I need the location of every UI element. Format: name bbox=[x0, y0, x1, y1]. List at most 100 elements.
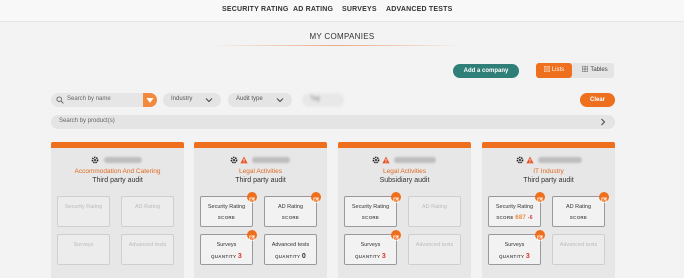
card-industry: Legal Activities bbox=[383, 168, 426, 175]
tag-filter[interactable]: Tag bbox=[302, 93, 344, 107]
surveys-tile[interactable]: Surveys QUANTITY 3 bbox=[200, 230, 257, 265]
warning-icon bbox=[240, 156, 248, 164]
tile-score: SCORE 687 -6 bbox=[489, 215, 540, 221]
quantity-label: QUANTITY bbox=[354, 254, 381, 259]
search-icon bbox=[56, 96, 64, 104]
tile-title: Advanced tests bbox=[271, 242, 310, 248]
view-lists-button[interactable]: Lists bbox=[536, 63, 572, 78]
tile-title: Security Rating bbox=[207, 204, 246, 210]
tile-title: Surveys bbox=[504, 242, 525, 248]
tile-title: AD Rating bbox=[134, 204, 161, 210]
ad-rating-tile[interactable]: AD Rating SCORE bbox=[264, 192, 321, 227]
tile-score-label: SCORE bbox=[361, 215, 380, 220]
warning-icon bbox=[526, 156, 534, 164]
tile-score-label: SCORE bbox=[281, 215, 300, 220]
tile-title: Advanced tests bbox=[128, 242, 167, 248]
advanced-tests-tile: Advanced tests bbox=[408, 234, 461, 265]
tile-score-label: SCORE bbox=[217, 215, 236, 220]
surveys-tile[interactable]: Surveys QUANTITY 3 bbox=[488, 230, 545, 265]
surveys-tile: Surveys bbox=[57, 234, 110, 265]
edit-icon[interactable] bbox=[247, 192, 257, 203]
edit-icon[interactable] bbox=[311, 192, 321, 203]
nav-surveys[interactable]: SURVEYS bbox=[342, 6, 377, 13]
security-rating-tile[interactable]: Security Rating SCORE 687 -6 bbox=[488, 192, 545, 227]
nav-ad-rating[interactable]: AD RATING bbox=[293, 6, 333, 13]
edit-icon[interactable] bbox=[391, 192, 401, 203]
view-lists-label: Lists bbox=[551, 67, 565, 73]
quantity-value: 3 bbox=[525, 253, 531, 260]
card-header bbox=[338, 156, 471, 164]
company-card[interactable]: Accommodation And Catering Third party a… bbox=[51, 142, 184, 278]
nav-security-rating[interactable]: SECURITY RATING bbox=[222, 6, 289, 13]
card-industry: IT Industry bbox=[533, 168, 564, 175]
add-company-button[interactable]: Add a company bbox=[453, 64, 519, 78]
quantity-value: 3 bbox=[237, 253, 243, 260]
gear-icon[interactable] bbox=[230, 156, 238, 164]
quantity-value: 3 bbox=[381, 253, 387, 260]
card-accent-bar bbox=[51, 142, 184, 148]
chevron-down-icon bbox=[205, 98, 213, 103]
warning-icon bbox=[382, 156, 390, 164]
card-header bbox=[482, 156, 615, 164]
card-accent-bar bbox=[482, 142, 615, 148]
advanced-tests-tile[interactable]: Advanced tests QUANTITY 0 bbox=[264, 234, 317, 265]
quantity-value: 0 bbox=[301, 253, 307, 260]
company-card[interactable]: Legal Activities Subsidiary audit Securi… bbox=[338, 142, 471, 278]
gear-icon[interactable] bbox=[372, 156, 380, 164]
industry-filter[interactable]: Industry bbox=[163, 93, 221, 107]
company-card[interactable]: IT Industry Third party audit Security R… bbox=[482, 142, 615, 278]
tile-title: Security Rating bbox=[495, 204, 534, 210]
company-name-redacted bbox=[538, 157, 582, 163]
ad-rating-tile: AD Rating bbox=[121, 196, 174, 227]
score-delta: -6 bbox=[527, 215, 533, 221]
list-icon bbox=[543, 65, 551, 73]
search-placeholder: Search by name bbox=[67, 96, 111, 102]
card-industry: Legal Activities bbox=[239, 168, 282, 175]
gear-icon[interactable] bbox=[91, 156, 99, 164]
tile-score-label: SCORE bbox=[569, 215, 588, 220]
ad-rating-tile: AD Rating bbox=[408, 196, 461, 227]
card-audit-type: Subsidiary audit bbox=[379, 177, 430, 184]
tile-title: AD Rating bbox=[277, 204, 304, 210]
tile-title: Surveys bbox=[73, 242, 94, 248]
surveys-tile[interactable]: Surveys QUANTITY 3 bbox=[344, 230, 401, 265]
security-rating-tile[interactable]: Security Rating SCORE bbox=[200, 192, 257, 227]
edit-icon[interactable] bbox=[535, 192, 545, 203]
audit-type-filter[interactable]: Audit type bbox=[228, 93, 292, 107]
nav-advanced-tests[interactable]: ADVANCED TESTS bbox=[386, 6, 452, 13]
card-accent-bar bbox=[338, 142, 471, 148]
industry-filter-label: Industry bbox=[171, 96, 193, 102]
ad-rating-tile[interactable]: AD Rating SCORE bbox=[552, 192, 609, 227]
quantity-label: QUANTITY bbox=[498, 254, 525, 259]
search-dropdown-button[interactable] bbox=[143, 93, 157, 107]
clear-button[interactable]: Clear bbox=[580, 93, 615, 107]
quantity-label: QUANTITY bbox=[210, 254, 237, 259]
view-tables-button[interactable]: Tables bbox=[576, 63, 614, 78]
tile-title: AD Rating bbox=[421, 204, 448, 210]
company-card[interactable]: Legal Activities Third party audit Secur… bbox=[194, 142, 327, 278]
tile-title: Advanced tests bbox=[559, 242, 598, 248]
edit-icon[interactable] bbox=[535, 230, 545, 241]
gear-icon[interactable] bbox=[516, 156, 524, 164]
tile-quantity: QUANTITY 3 bbox=[201, 253, 252, 260]
table-icon bbox=[581, 65, 589, 73]
edit-icon[interactable] bbox=[599, 192, 609, 203]
view-toggle: Lists Tables bbox=[536, 63, 614, 78]
tag-filter-label: Tag bbox=[310, 96, 320, 102]
company-name-redacted bbox=[394, 157, 436, 163]
security-rating-tile[interactable]: Security Rating SCORE bbox=[344, 192, 401, 227]
tile-title: AD Rating bbox=[565, 204, 592, 210]
security-rating-tile: Security Rating bbox=[57, 196, 110, 227]
tile-title: Surveys bbox=[216, 242, 237, 248]
search-input[interactable]: Search by name bbox=[51, 93, 157, 107]
product-search-input[interactable]: Search by product(s) bbox=[51, 115, 615, 129]
card-audit-type: Third party audit bbox=[523, 177, 574, 184]
top-navigation: SECURITY RATING AD RATING SURVEYS ADVANC… bbox=[0, 0, 684, 22]
tile-title: Surveys bbox=[360, 242, 381, 248]
card-header bbox=[51, 156, 184, 164]
advanced-tests-tile: Advanced tests bbox=[552, 234, 605, 265]
edit-icon[interactable] bbox=[247, 230, 257, 241]
edit-icon[interactable] bbox=[391, 230, 401, 241]
company-name-redacted bbox=[104, 157, 142, 163]
card-audit-type: Third party audit bbox=[235, 177, 286, 184]
